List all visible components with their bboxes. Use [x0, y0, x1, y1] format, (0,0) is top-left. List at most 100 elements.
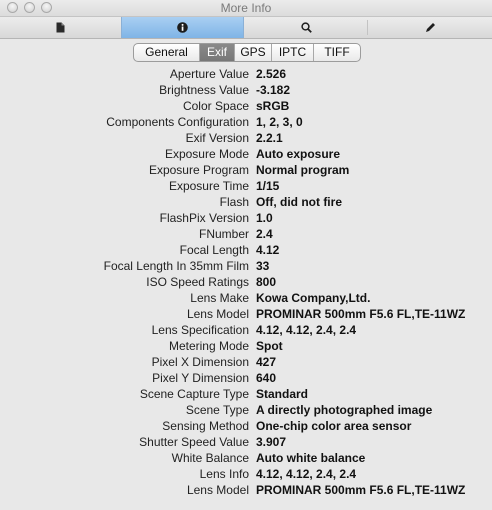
- property-value: 3.907: [256, 435, 287, 449]
- property-value: 800: [256, 275, 277, 289]
- property-row: Pixel Y Dimension 640: [0, 370, 492, 386]
- property-label: Metering Mode: [168, 339, 249, 353]
- property-value: Auto exposure: [256, 147, 341, 161]
- property-value: Spot: [256, 339, 283, 353]
- property-row: Exif Version 2.2.1: [0, 130, 492, 146]
- property-value: sRGB: [256, 99, 290, 113]
- tab-iptc[interactable]: IPTC: [272, 44, 314, 61]
- property-row: FNumber 2.4: [0, 226, 492, 242]
- property-row: Brightness Value -3.182: [0, 82, 492, 98]
- property-row: Sensing Method One-chip color area sensor: [0, 418, 492, 434]
- property-label: FlashPix Version: [159, 211, 249, 225]
- property-label: ISO Speed Ratings: [146, 275, 249, 289]
- property-row: Lens Specification 4.12, 4.12, 2.4, 2.4: [0, 322, 492, 338]
- property-value: 2.4: [256, 227, 273, 241]
- property-row: Exposure Time 1/15: [0, 178, 492, 194]
- exif-property-list: Aperture Value 2.526 Brightness Value -3.18…: [0, 66, 492, 498]
- property-row: Exposure Mode Auto exposure: [0, 146, 492, 162]
- property-label: Focal Length In 35mm Film: [103, 259, 249, 273]
- property-label: Lens Info: [199, 467, 249, 481]
- search-icon: [300, 22, 312, 33]
- property-value: 4.12: [256, 243, 280, 257]
- property-value: A directly photographed image: [256, 403, 433, 417]
- property-row: Lens Info 4.12, 4.12, 2.4, 2.4: [0, 466, 492, 482]
- property-row: Lens Model PROMINAR 500mm F5.6 FL,TE-11WZ: [0, 482, 492, 498]
- property-label: Lens Model: [186, 483, 249, 497]
- property-label: Focal Length: [179, 243, 249, 257]
- property-value: -3.182: [256, 83, 291, 97]
- document-icon: [56, 22, 65, 33]
- property-label: Scene Type: [185, 403, 249, 417]
- property-label: Scene Capture Type: [139, 387, 249, 401]
- more-info-tab-button[interactable]: [121, 17, 244, 38]
- property-label: Exposure Time: [168, 179, 249, 193]
- property-label: Exif Version: [185, 131, 249, 145]
- property-value: Auto white balance: [256, 451, 366, 465]
- inspector-toolbar: [0, 17, 492, 39]
- search-tab-button[interactable]: [245, 17, 367, 38]
- property-value: Kowa Company,Ltd.: [256, 291, 371, 305]
- tab-general[interactable]: General: [134, 44, 200, 61]
- property-value: Standard: [256, 387, 309, 401]
- property-value: 1.0: [256, 211, 273, 225]
- property-value: One-chip color area sensor: [256, 419, 412, 433]
- more-info-window: More Info General Exif GPS IPTC TIFF Ape…: [0, 0, 492, 510]
- property-label: Shutter Speed Value: [139, 435, 249, 449]
- property-row: Scene Capture Type Standard: [0, 386, 492, 402]
- property-row: White Balance Auto white balance: [0, 450, 492, 466]
- property-row: Lens Model PROMINAR 500mm F5.6 FL,TE-11WZ: [0, 306, 492, 322]
- metadata-tabs: General Exif GPS IPTC TIFF: [133, 43, 361, 62]
- property-value: 4.12, 4.12, 2.4, 2.4: [256, 323, 357, 337]
- general-info-tab-button[interactable]: [0, 17, 121, 38]
- property-label: FNumber: [198, 227, 249, 241]
- property-row: Pixel X Dimension 427: [0, 354, 492, 370]
- property-value: 640: [256, 371, 277, 385]
- property-row: ISO Speed Ratings 800: [0, 274, 492, 290]
- property-label: Components Configuration: [106, 115, 249, 129]
- property-label: Exposure Program: [148, 163, 249, 177]
- property-label: Exposure Mode: [164, 147, 249, 161]
- property-value: 1, 2, 3, 0: [256, 115, 303, 129]
- property-value: PROMINAR 500mm F5.6 FL,TE-11WZ: [256, 307, 466, 321]
- property-row: FlashPix Version 1.0: [0, 210, 492, 226]
- property-value: 2.2.1: [256, 131, 283, 145]
- property-row: Scene Type A directly photographed image: [0, 402, 492, 418]
- property-label: Brightness Value: [159, 83, 249, 97]
- property-row: Flash Off, did not fire: [0, 194, 492, 210]
- property-value: Off, did not fire: [256, 195, 342, 209]
- pen-icon: [425, 23, 435, 32]
- property-row: Color Space sRGB: [0, 98, 492, 114]
- property-label: Flash: [219, 195, 249, 209]
- info-icon: [177, 22, 188, 33]
- tab-exif[interactable]: Exif: [200, 44, 235, 61]
- property-value: Normal program: [256, 163, 350, 177]
- property-label: Color Space: [182, 99, 249, 113]
- property-row: Lens Make Kowa Company,Ltd.: [0, 290, 492, 306]
- property-value: 33: [256, 259, 270, 273]
- property-row: Components Configuration 1, 2, 3, 0: [0, 114, 492, 130]
- property-row: Focal Length 4.12: [0, 242, 492, 258]
- property-label: Sensing Method: [162, 419, 249, 433]
- property-value: 2.526: [256, 67, 287, 81]
- tab-gps[interactable]: GPS: [235, 44, 272, 61]
- property-label: Lens Specification: [151, 323, 249, 337]
- property-label: White Balance: [171, 451, 249, 465]
- property-label: Pixel Y Dimension: [152, 371, 249, 385]
- property-row: Aperture Value 2.526: [0, 66, 492, 82]
- property-label: Aperture Value: [169, 67, 249, 81]
- edit-tab-button[interactable]: [368, 17, 492, 38]
- property-value: 4.12, 4.12, 2.4, 2.4: [256, 467, 357, 481]
- property-value: 427: [256, 355, 277, 369]
- property-label: Pixel X Dimension: [151, 355, 249, 369]
- property-row: Focal Length In 35mm Film 33: [0, 258, 492, 274]
- property-label: Lens Make: [190, 291, 249, 305]
- property-row: Metering Mode Spot: [0, 338, 492, 354]
- property-value: PROMINAR 500mm F5.6 FL,TE-11WZ: [256, 483, 466, 497]
- title-bar: More Info: [0, 0, 492, 17]
- property-value: 1/15: [256, 179, 280, 193]
- property-row: Shutter Speed Value 3.907: [0, 434, 492, 450]
- property-row: Exposure Program Normal program: [0, 162, 492, 178]
- window-title: More Info: [220, 1, 272, 15]
- property-label: Lens Model: [186, 307, 249, 321]
- tab-tiff[interactable]: TIFF: [314, 44, 360, 61]
